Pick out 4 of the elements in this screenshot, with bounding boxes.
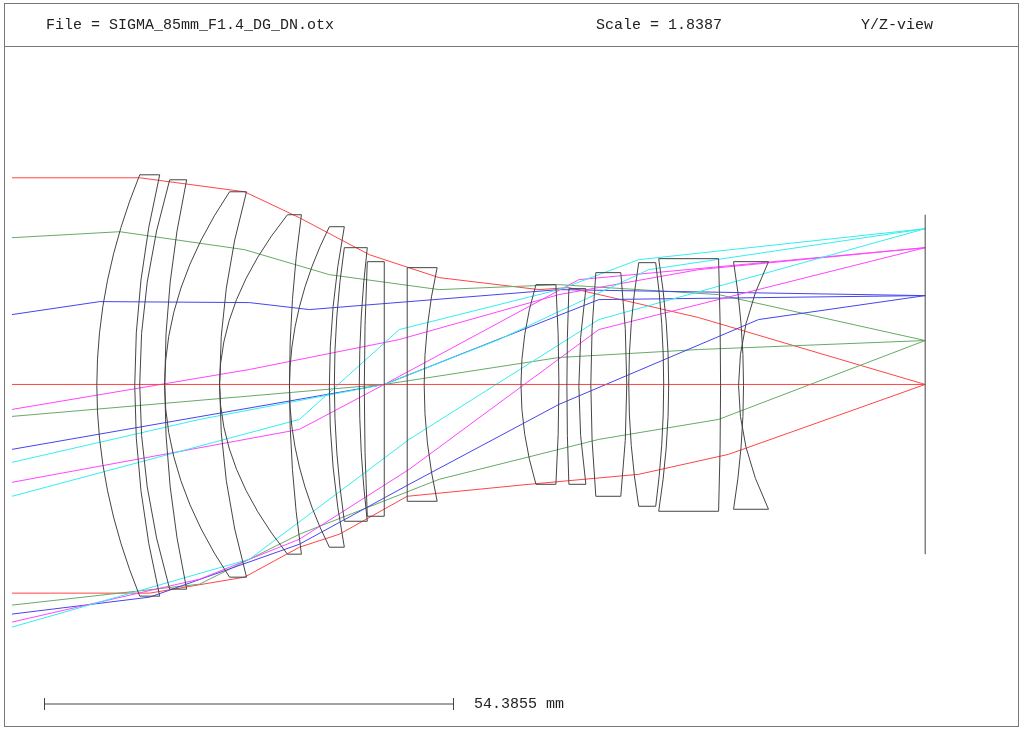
scale-value: Scale = 1.8387 — [596, 16, 724, 34]
view-label: Y/Z-view — [861, 16, 934, 34]
file-name: File = SIGMA_85mm_F1.4_DG_DN.otx — [46, 16, 336, 34]
scale-length: 54.3855 mm — [474, 695, 564, 713]
